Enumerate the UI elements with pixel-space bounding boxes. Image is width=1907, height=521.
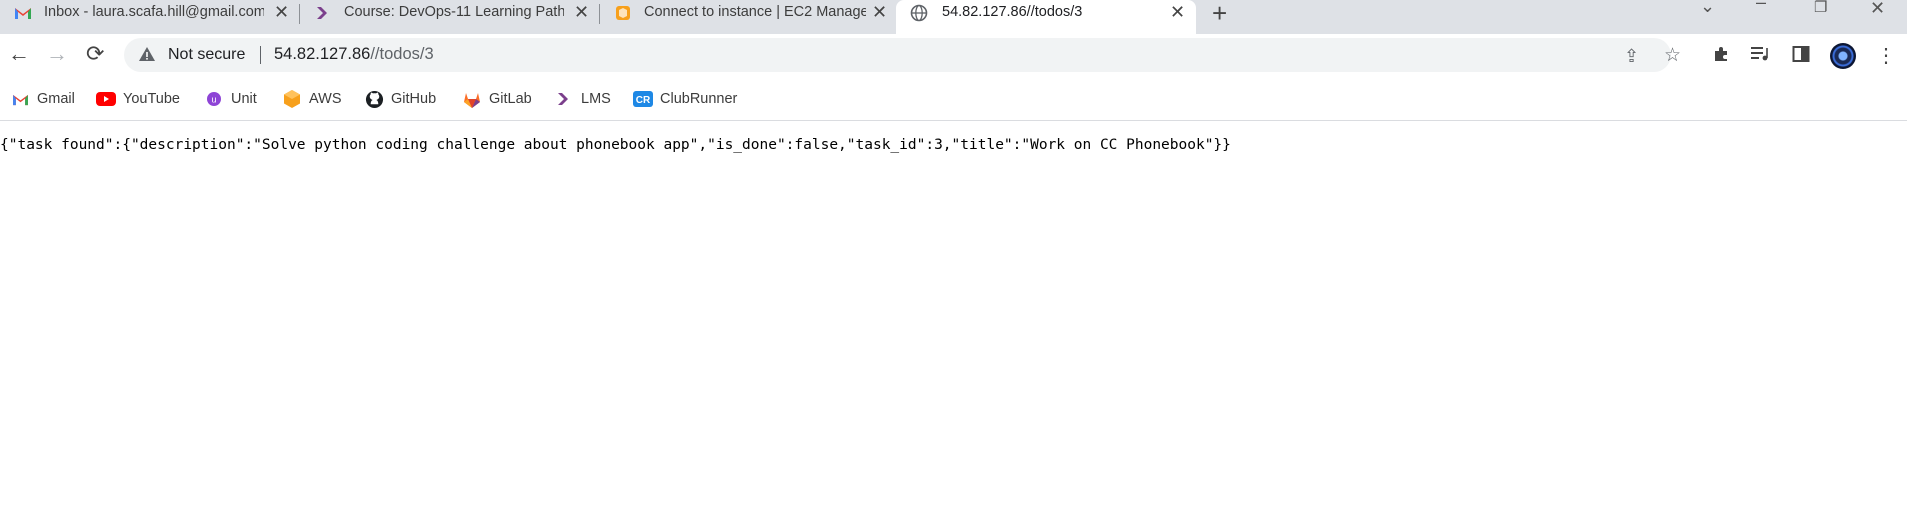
globe-icon — [910, 4, 928, 22]
clubrunner-icon: CR — [633, 89, 653, 109]
gitlab-icon — [462, 89, 482, 109]
restore-icon[interactable]: ❐ — [1814, 0, 1827, 16]
menu-kebab-icon[interactable]: ⋮ — [1876, 43, 1896, 68]
side-panel-icon[interactable] — [1792, 45, 1810, 68]
tab-title: Course: DevOps-11 Learning Path — [344, 4, 564, 20]
new-tab-icon[interactable]: + — [1212, 0, 1227, 29]
minimize-icon[interactable]: – — [1756, 0, 1766, 13]
close-icon[interactable]: ✕ — [574, 2, 589, 23]
svg-text:CR: CR — [636, 95, 651, 106]
tab-ec2[interactable]: Connect to instance | EC2 Management ✕ — [600, 0, 896, 26]
media-queue-icon[interactable] — [1750, 45, 1770, 66]
aws-box-icon — [614, 4, 632, 22]
tab-strip: Inbox - laura.scafa.hill@gmail.com ✕ Cou… — [0, 0, 1907, 34]
back-arrow-icon[interactable]: ← — [8, 41, 30, 67]
star-icon[interactable]: ☆ — [1664, 44, 1681, 67]
unit-icon: u — [204, 89, 224, 109]
bookmark-label: LMS — [581, 91, 611, 107]
chevron-down-icon[interactable]: ⌄ — [1700, 0, 1715, 17]
bookmark-github[interactable]: GitHub — [364, 86, 436, 112]
bookmark-clubrunner[interactable]: CR ClubRunner — [633, 86, 737, 112]
close-icon[interactable]: ✕ — [1170, 2, 1185, 23]
bookmark-gitlab[interactable]: GitLab — [462, 86, 532, 112]
url-path: //todos/3 — [370, 45, 434, 63]
bookmark-label: YouTube — [123, 91, 180, 107]
bookmark-unit[interactable]: u Unit — [204, 86, 257, 112]
tab-title: Inbox - laura.scafa.hill@gmail.com — [44, 4, 264, 20]
svg-text:u: u — [211, 95, 216, 105]
close-window-icon[interactable]: ✕ — [1870, 0, 1885, 19]
tab-title: 54.82.127.86//todos/3 — [942, 4, 1083, 20]
bookmark-label: Unit — [231, 91, 257, 107]
tab-title: Connect to instance | EC2 Management — [644, 4, 866, 20]
close-icon[interactable]: ✕ — [872, 2, 887, 23]
toolbar: ← → ⟳ Not secure 54.82.127.86//todos/3 ⇪… — [0, 34, 1907, 80]
share-icon[interactable]: ⇪ — [1624, 46, 1639, 67]
profile-avatar[interactable] — [1830, 43, 1856, 69]
bookmark-aws[interactable]: AWS — [282, 86, 342, 112]
lms-icon — [554, 89, 574, 109]
gmail-icon — [10, 89, 30, 109]
bookmark-label: Gmail — [37, 91, 75, 107]
json-response-text: {"task found":{"description":"Solve pyth… — [0, 137, 1231, 153]
divider — [260, 46, 261, 64]
bookmark-youtube[interactable]: YouTube — [96, 86, 180, 112]
extensions-icon[interactable] — [1712, 45, 1730, 68]
bookmark-label: ClubRunner — [660, 91, 738, 107]
security-label[interactable]: Not secure — [168, 46, 245, 64]
github-icon — [364, 89, 384, 109]
url-text[interactable]: 54.82.127.86//todos/3 — [274, 45, 434, 64]
address-bar[interactable]: Not secure 54.82.127.86//todos/3 ⇪ ☆ — [124, 38, 1681, 72]
close-icon[interactable]: ✕ — [274, 2, 289, 23]
tab-course[interactable]: Course: DevOps-11 Learning Path ✕ — [300, 0, 600, 26]
gmail-icon — [14, 4, 32, 22]
warning-icon[interactable] — [138, 45, 156, 63]
bookmark-gmail[interactable]: Gmail — [10, 86, 75, 112]
tab-todos-active[interactable]: 54.82.127.86//todos/3 ✕ — [896, 0, 1196, 34]
reload-icon[interactable]: ⟳ — [86, 41, 104, 67]
course-icon — [314, 4, 332, 22]
bookmarks-bar: Gmail YouTube u Unit AWS GitHub GitLab L… — [0, 80, 1907, 121]
bookmark-label: AWS — [309, 91, 342, 107]
bookmark-label: GitHub — [391, 91, 437, 107]
aws-icon — [282, 89, 302, 109]
forward-arrow-icon[interactable]: → — [46, 41, 68, 67]
url-host: 54.82.127.86 — [274, 45, 371, 63]
youtube-icon — [96, 89, 116, 109]
bookmark-label: GitLab — [489, 91, 532, 107]
tab-gmail[interactable]: Inbox - laura.scafa.hill@gmail.com ✕ — [0, 0, 300, 26]
bookmark-lms[interactable]: LMS — [554, 86, 611, 112]
